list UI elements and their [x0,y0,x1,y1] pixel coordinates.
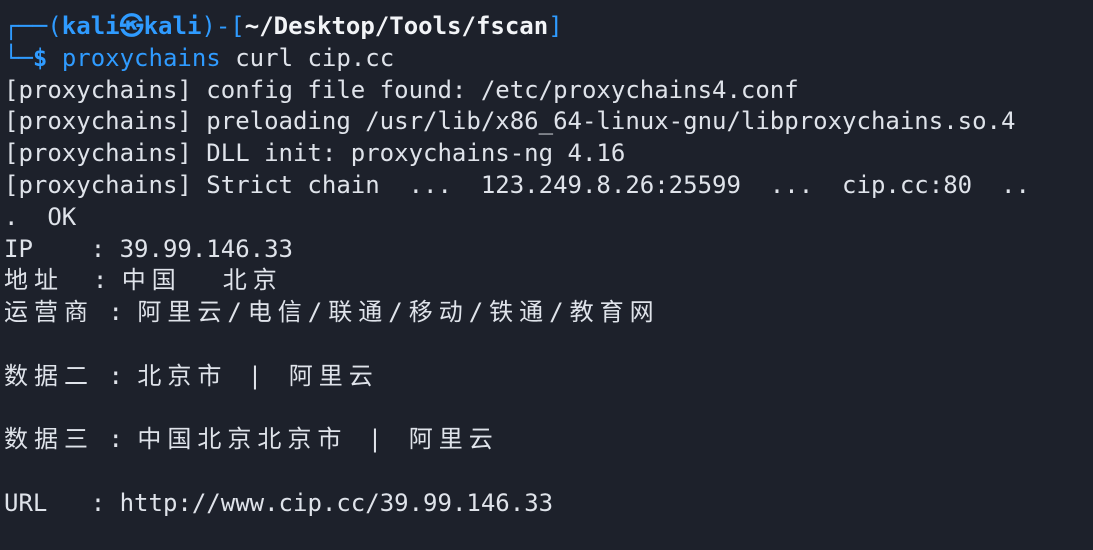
command-name: proxychains [61,43,221,72]
isp-separator: : [94,298,138,327]
prompt-host: kali [143,12,202,40]
prompt-box-top: ┌──( [4,12,62,40]
url-separator: : [47,488,120,517]
url-row: URL : http://www.cip.cc/39.99.146.33 [4,488,1093,520]
url-value[interactable]: http://www.cip.cc/39.99.146.33 [120,489,553,517]
prompt-line: ┌──(kali㉿kali)-[~/Desktop/Tools/fscan] [4,11,1093,43]
isp-row: 运营商 : 阿里云/电信/联通/移动/铁通/教育网 [4,297,1093,329]
data2-label: 数据二 [4,361,94,390]
output-line-dll-init: [proxychains] DLL init: proxychains-ng 4… [4,139,626,168]
command-line: └─$ proxychains curl cip.cc [4,43,1093,75]
prompt-cwd: ~/Desktop/Tools/fscan [244,12,549,40]
command-args: curl cip.cc [220,43,395,72]
prompt-box-bottom: └─ [4,43,33,72]
output-line-ok: . OK [4,202,77,231]
prompt-dollar: $ [32,43,48,72]
ip-value: 39.99.146.33 [119,234,293,263]
data3-row: 数据三 : 中国北京北京市 | 阿里云 [4,424,1093,456]
output-line-strict-chain: [proxychains] Strict chain ... 123.249.8… [4,170,1030,199]
address-label: 地址 [4,266,64,295]
address-row: 地址 : 中国 北京 [4,265,1093,297]
terminal-window[interactable]: ┌──(kali㉿kali)-[~/Desktop/Tools/fscan] └… [0,0,1093,550]
data3-value: 中国北京北京市 | 阿里云 [137,425,499,454]
isp-label: 运营商 [4,298,94,327]
prompt-box-end: ] [548,12,563,40]
data3-separator: : [94,425,138,454]
data3-label: 数据三 [4,425,94,454]
ip-row: IP : 39.99.146.33 [4,234,1093,266]
ip-separator: : [32,234,120,263]
ip-label: IP [4,234,33,263]
terminal-output: ┌──(kali㉿kali)-[~/Desktop/Tools/fscan] └… [4,11,1093,520]
data2-value: 北京市 | 阿里云 [137,361,379,390]
address-separator: : [64,266,122,295]
prompt-box-mid: )-[ [201,12,245,40]
data2-separator: : [94,361,138,390]
address-value: 中国 北京 [121,266,283,295]
output-line-preload: [proxychains] preloading /usr/lib/x86_64… [4,107,1016,136]
data2-row: 数据二 : 北京市 | 阿里云 [4,361,1093,393]
output-line-config: [proxychains] config file found: /etc/pr… [4,75,799,104]
prompt-user: kali [61,12,120,40]
url-label: URL [4,488,48,517]
skull-icon: ㉿ [119,12,144,40]
isp-value: 阿里云/电信/联通/移动/铁通/教育网 [137,298,660,327]
